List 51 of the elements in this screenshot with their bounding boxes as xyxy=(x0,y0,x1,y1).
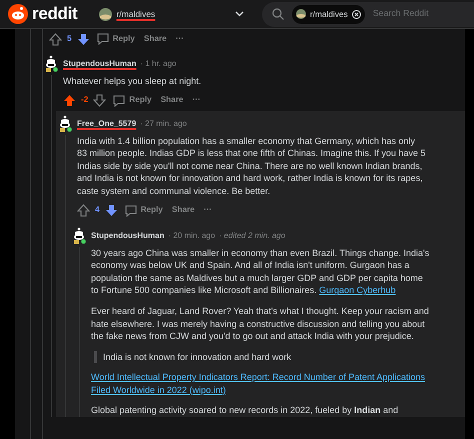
search-placeholder: Search Reddit xyxy=(372,7,429,20)
avatar-icon[interactable] xyxy=(71,226,87,245)
link[interactable]: Gurgaon Cyberhub xyxy=(319,285,396,296)
timestamp: · 20 min. ago xyxy=(168,230,216,242)
username[interactable]: StupendousHuman xyxy=(91,230,164,242)
username[interactable]: StupendousHuman xyxy=(63,58,136,70)
community-name[interactable]: r/maldives xyxy=(116,8,156,20)
comment-icon xyxy=(113,94,126,107)
timestamp: · 1 hr. ago xyxy=(140,58,176,70)
reply-button[interactable]: Reply xyxy=(122,204,165,217)
comment-text: 30 years ago China was smaller in economy than even Brazil. Things change. India's economy was below UK and Spain. And all of India isn't uniform. Gurgaon has a population the same as Maldives but a much larger GDP and GDP per capita home to Fortune 500 companies like Microsoft and Billionaires. Gurgaon Cyberhub xyxy=(91,246,430,297)
timestamp: · 27 min. ago xyxy=(140,118,187,130)
reply-button[interactable]: Reply xyxy=(111,94,154,107)
more-button[interactable]: ··· xyxy=(190,94,203,107)
downvote-icon[interactable] xyxy=(76,32,90,46)
vote-score: -2 xyxy=(81,94,88,106)
blockquote: India is not known for innovation and hard work xyxy=(94,350,431,364)
downvote-icon[interactable] xyxy=(93,94,106,108)
share-button[interactable]: Share xyxy=(170,204,197,217)
username[interactable]: Free_One_5579 xyxy=(77,118,136,130)
downvote-icon[interactable] xyxy=(104,204,118,218)
link[interactable]: World Intellectual Property Indicators Report: Record Number of Patent Applications Filed Worldwide in 2022 (wipo.int) xyxy=(91,371,431,396)
comment-text: India with 1.4 billion population has a smaller economy that Germany, which has only 83 million people. Indias GDP is less that one fifth of Chinas. Imagine this. If you have 5 Indias side by side you'll not come near China. There are no well known Indian brands, and India is not known for innovation and hard work, rather India is known for its rapes, caste system and communal violence. Be better. xyxy=(77,134,427,198)
upvote-icon[interactable] xyxy=(77,204,90,218)
edited-note: · edited 2 min. ago xyxy=(219,230,286,242)
clear-icon[interactable] xyxy=(352,10,361,18)
community-chip[interactable]: r/maldives xyxy=(292,4,365,24)
more-button[interactable]: ··· xyxy=(202,204,214,217)
share-button[interactable]: Share xyxy=(142,32,169,46)
more-button[interactable]: ··· xyxy=(174,32,186,46)
chevron-down-icon[interactable] xyxy=(235,11,244,17)
avatar-icon[interactable] xyxy=(43,55,59,73)
comment-text: Global patenting activity soared to new records in 2022, fueled by Indian and xyxy=(91,404,400,417)
upvote-icon[interactable] xyxy=(49,32,62,46)
search-field[interactable]: r/maldives Search Reddit xyxy=(262,2,474,26)
reply-button[interactable]: Reply xyxy=(94,32,137,46)
logo-text[interactable]: reddit xyxy=(32,1,78,27)
share-button[interactable]: Share xyxy=(158,94,186,107)
chip-label: r/maldives xyxy=(310,8,348,20)
avatar-icon[interactable] xyxy=(57,114,73,133)
upvote-icon[interactable] xyxy=(63,94,76,108)
comment-text: Ever heard of Jaguar, Land Rover? Yeah that's what I thought. Keep your racism and hate elsewhere. I was merely having a constructive discussion and telling you about the fake news from CJW and you'd to go out and attack India with your prejudice. xyxy=(91,304,430,343)
vote-score: 4 xyxy=(95,204,100,216)
logo-icon[interactable] xyxy=(8,4,28,24)
community-icon xyxy=(296,9,306,19)
comment-icon xyxy=(96,32,109,45)
community-icon[interactable] xyxy=(99,8,112,20)
vote-score: 5 xyxy=(67,32,72,45)
comment-text: Whatever helps you sleep at night. xyxy=(63,75,202,88)
search-icon xyxy=(272,8,284,20)
comment-icon xyxy=(124,204,137,217)
